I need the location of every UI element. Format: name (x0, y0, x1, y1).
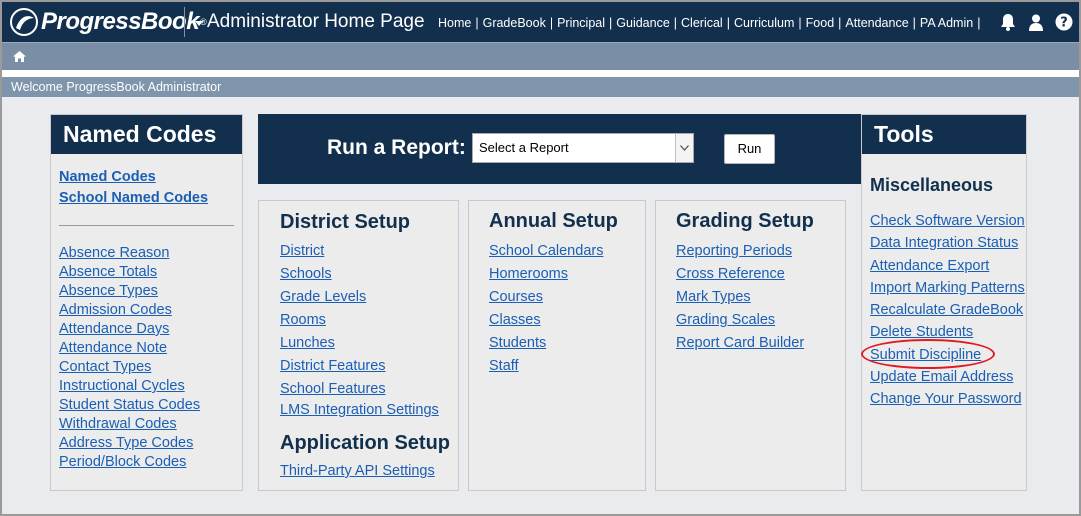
named-codes-list: Absence Reason Absence Totals Absence Ty… (59, 244, 200, 472)
link-lunches[interactable]: Lunches (280, 332, 439, 355)
link-contact-types[interactable]: Contact Types (59, 358, 200, 377)
link-third-party-api-settings[interactable]: Third-Party API Settings (280, 460, 435, 482)
caret-down-icon (195, 20, 203, 26)
link-school-named-codes[interactable]: School Named Codes (59, 188, 208, 209)
annual-setup-title: Annual Setup (489, 210, 618, 232)
progressbook-logo[interactable]: ProgressBook ® (10, 7, 207, 37)
tools-list: Check Software Version Data Integration … (870, 210, 1025, 411)
link-reporting-periods[interactable]: Reporting Periods (676, 240, 804, 263)
report-select-value: Select a Report (479, 140, 569, 155)
nav-separator: | (977, 16, 981, 30)
tools-header: Tools (862, 115, 1026, 154)
link-attendance-note[interactable]: Attendance Note (59, 339, 200, 358)
link-attendance-days[interactable]: Attendance Days (59, 320, 200, 339)
top-nav-menu: Home | GradeBook | Principal | Guidance | Cl… (434, 16, 980, 30)
logo-icon (10, 8, 38, 36)
link-mark-types[interactable]: Mark Types (676, 286, 804, 309)
link-report-card-builder[interactable]: Report Card Builder (676, 332, 804, 355)
grading-setup-title: Grading Setup (676, 210, 814, 232)
link-courses[interactable]: Courses (489, 286, 603, 309)
link-students[interactable]: Students (489, 332, 603, 355)
link-attendance-export[interactable]: Attendance Export (870, 255, 1025, 277)
nav-guidance[interactable]: Guidance (612, 16, 674, 30)
link-rooms[interactable]: Rooms (280, 309, 439, 332)
link-cross-reference[interactable]: Cross Reference (676, 263, 804, 286)
grading-setup-list: Reporting Periods Cross Reference Mark T… (676, 240, 804, 355)
named-codes-header: Named Codes (51, 115, 242, 154)
tools-subtitle: Miscellaneous (870, 175, 994, 195)
nav-clerical[interactable]: Clerical (677, 16, 727, 30)
link-lms-integration-settings[interactable]: LMS Integration Settings (280, 400, 439, 420)
nav-attendance[interactable]: Attendance (841, 16, 912, 30)
grading-setup-panel: Grading Setup Reporting Periods Cross Re… (655, 200, 846, 491)
link-recalculate-gradebook[interactable]: Recalculate GradeBook (870, 299, 1025, 321)
highlight-circle (861, 339, 995, 369)
link-instructional-cycles[interactable]: Instructional Cycles (59, 377, 200, 396)
help-icon[interactable]: ? (1055, 13, 1073, 31)
link-staff[interactable]: Staff (489, 355, 603, 378)
link-named-codes[interactable]: Named Codes (59, 167, 208, 188)
link-school-features[interactable]: School Features (280, 378, 439, 400)
run-report-label: Run a Report: (327, 136, 466, 159)
header-divider (184, 7, 185, 37)
report-select[interactable]: Select a Report (472, 133, 694, 163)
nav-food[interactable]: Food (802, 16, 839, 30)
link-withdrawal-codes[interactable]: Withdrawal Codes (59, 415, 200, 434)
page-title: Administrator Home Page (207, 11, 425, 32)
tools-panel: Tools Miscellaneous Check Software Versi… (861, 114, 1027, 491)
link-update-email-address[interactable]: Update Email Address (870, 366, 1025, 388)
link-address-type-codes[interactable]: Address Type Codes (59, 434, 200, 453)
district-setup-panel: District Setup District Schools Grade Le… (258, 200, 459, 491)
link-import-marking-patterns[interactable]: Import Marking Patterns (870, 277, 1025, 299)
link-grading-scales[interactable]: Grading Scales (676, 309, 804, 332)
link-period-block-codes[interactable]: Period/Block Codes (59, 453, 200, 472)
nav-curriculum[interactable]: Curriculum (730, 16, 798, 30)
svg-text:?: ? (1060, 16, 1068, 31)
district-setup-list: District Schools Grade Levels Rooms Lunc… (280, 240, 439, 420)
divider (59, 225, 234, 226)
link-admission-codes[interactable]: Admission Codes (59, 301, 200, 320)
link-homerooms[interactable]: Homerooms (489, 263, 603, 286)
nav-pa-admin[interactable]: PA Admin (916, 16, 977, 30)
top-navbar: ProgressBook ® Administrator Home Page Ho… (2, 2, 1079, 42)
annual-setup-panel: Annual Setup School Calendars Homerooms … (468, 200, 646, 491)
annual-setup-list: School Calendars Homerooms Courses Class… (489, 240, 603, 378)
named-codes-panel: Named Codes Named Codes School Named Cod… (50, 114, 243, 491)
nav-gradebook[interactable]: GradeBook (479, 16, 550, 30)
link-absence-types[interactable]: Absence Types (59, 282, 200, 301)
welcome-bar: Welcome ProgressBook Administrator (2, 77, 1079, 97)
application-setup-title: Application Setup (280, 432, 450, 454)
link-schools[interactable]: Schools (280, 263, 439, 286)
home-bar (2, 42, 1079, 70)
nav-principal[interactable]: Principal (553, 16, 609, 30)
bell-icon[interactable] (999, 13, 1017, 31)
top-icons: ? (999, 13, 1073, 31)
link-absence-reason[interactable]: Absence Reason (59, 244, 200, 263)
link-absence-totals[interactable]: Absence Totals (59, 263, 200, 282)
logo-text: ProgressBook (41, 8, 200, 35)
nav-home[interactable]: Home (434, 16, 475, 30)
link-data-integration-status[interactable]: Data Integration Status (870, 232, 1025, 254)
link-district[interactable]: District (280, 240, 439, 263)
link-change-your-password[interactable]: Change Your Password (870, 388, 1025, 410)
district-setup-title: District Setup (280, 211, 411, 233)
link-classes[interactable]: Classes (489, 309, 603, 332)
page-title-dropdown[interactable]: Administrator Home Page (195, 11, 425, 33)
link-check-software-version[interactable]: Check Software Version (870, 210, 1025, 232)
link-school-calendars[interactable]: School Calendars (489, 240, 603, 263)
link-grade-levels[interactable]: Grade Levels (280, 286, 439, 309)
user-icon[interactable] (1027, 13, 1045, 31)
home-icon[interactable] (13, 51, 26, 62)
chevron-down-icon (675, 134, 693, 162)
link-student-status-codes[interactable]: Student Status Codes (59, 396, 200, 415)
run-button[interactable]: Run (724, 134, 775, 164)
link-district-features[interactable]: District Features (280, 355, 439, 378)
